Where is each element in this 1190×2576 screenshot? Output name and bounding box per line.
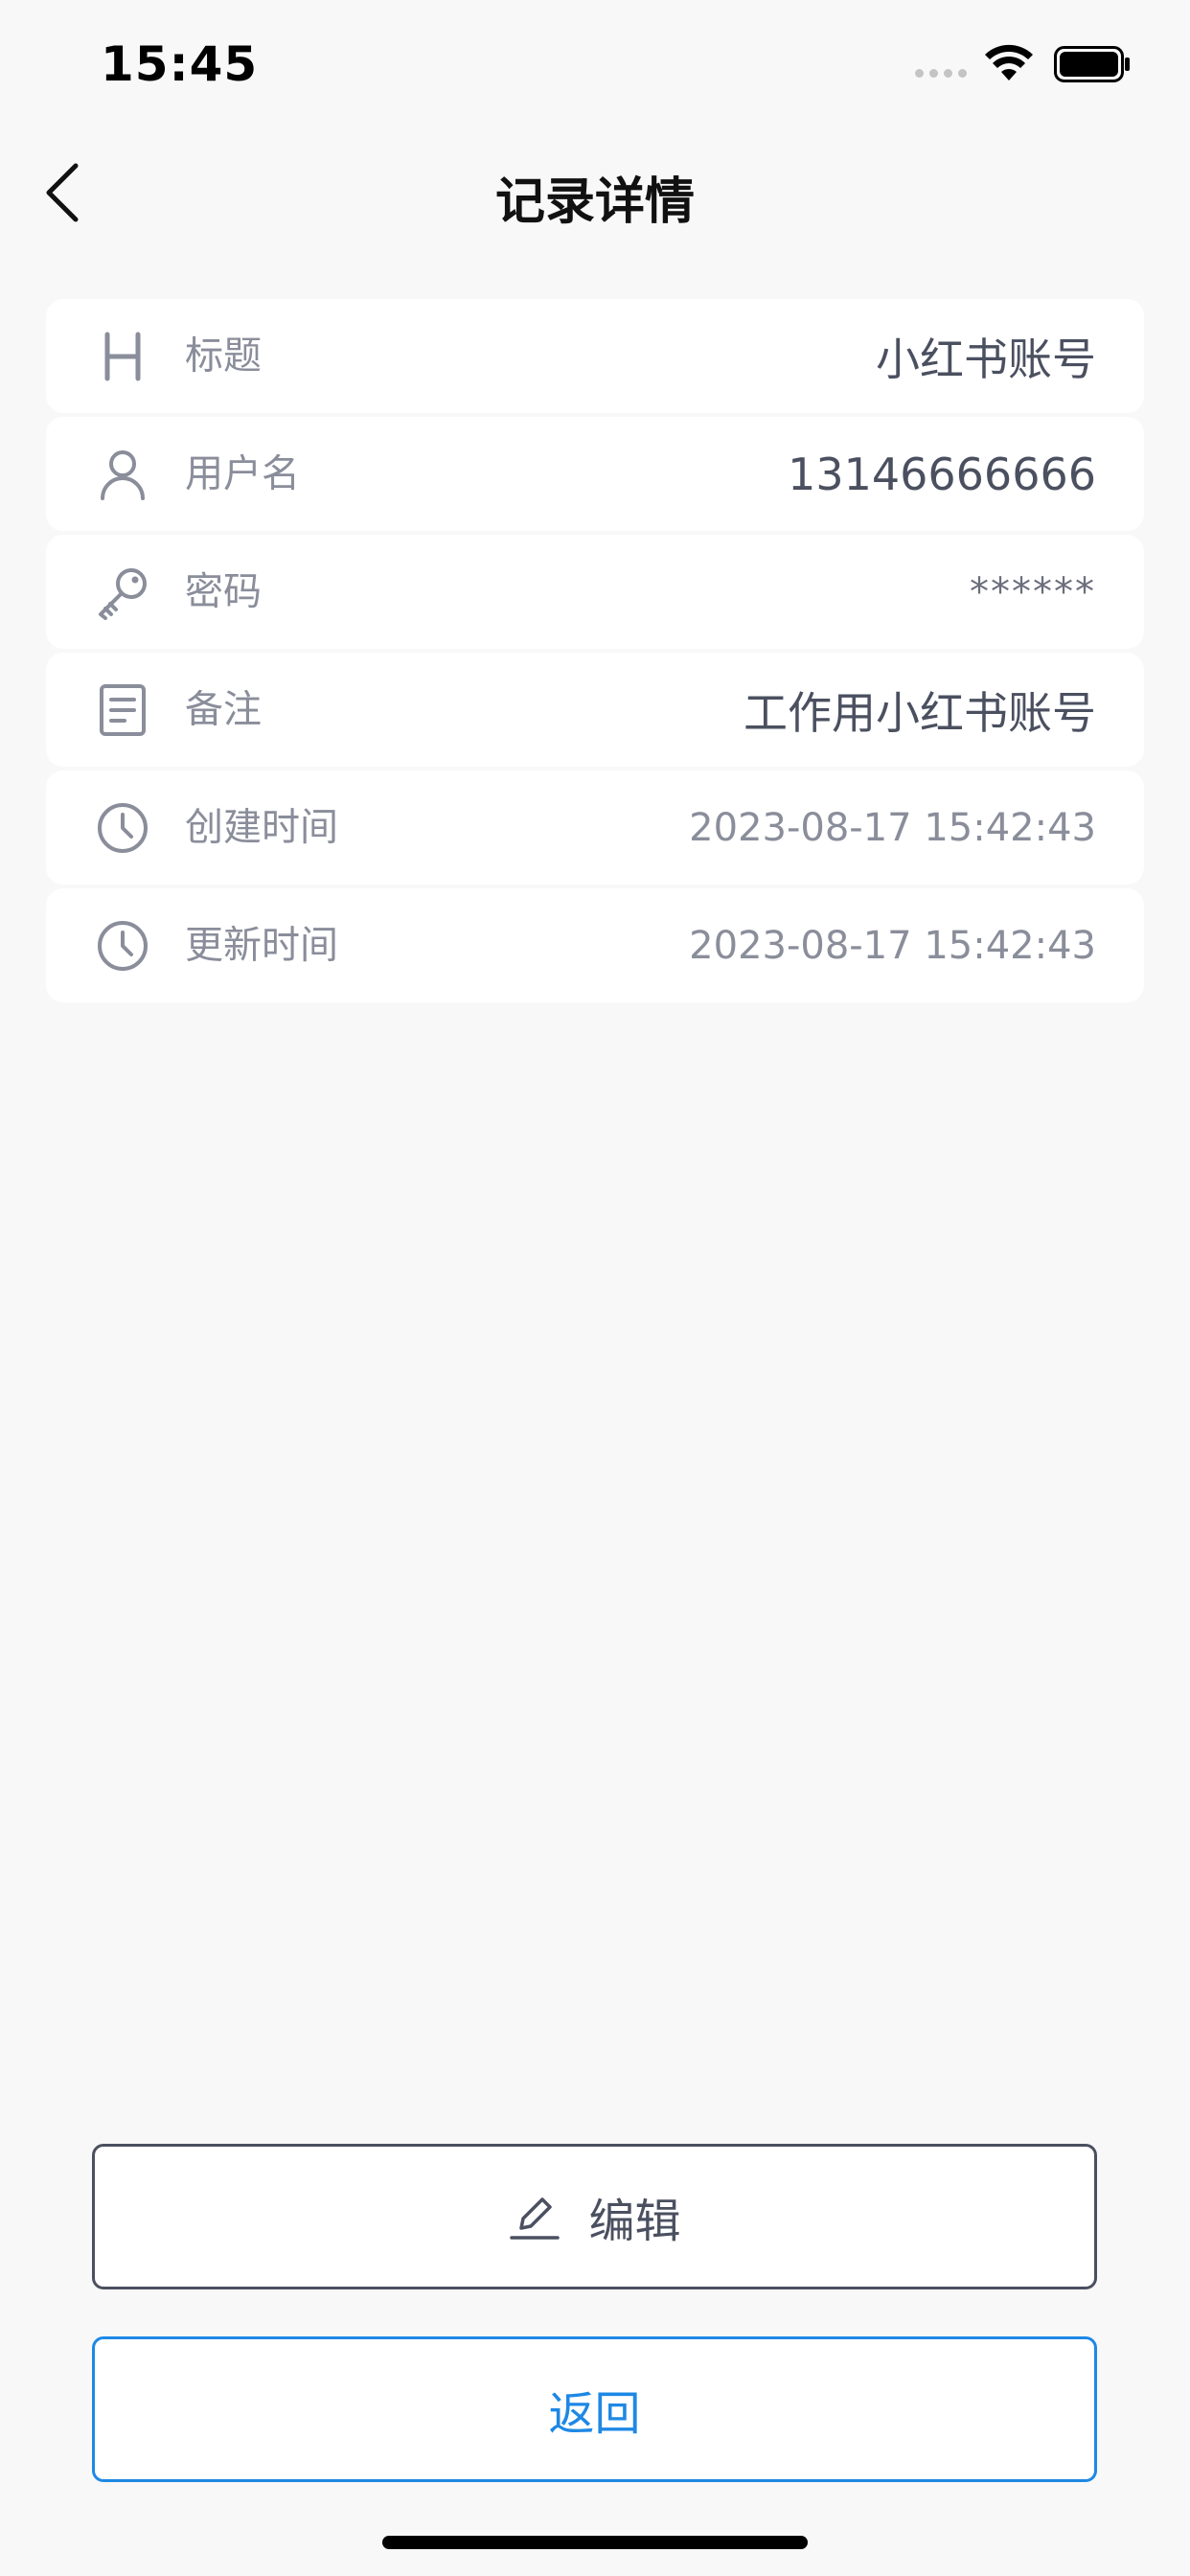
username-label: 用户名 xyxy=(185,450,300,495)
edit-button-label: 编辑 xyxy=(588,2195,681,2248)
wifi-icon xyxy=(985,44,1033,80)
detail-list: 标题 小红书账号 用户名 13146666666 密码 ****** 备注 工作… xyxy=(46,299,1144,1006)
nav-bar: 记录详情 xyxy=(0,134,1190,249)
created-time-label: 创建时间 xyxy=(185,804,338,849)
home-indicator[interactable] xyxy=(382,2536,808,2549)
return-button[interactable]: 返回 xyxy=(92,2336,1097,2482)
status-time: 15:45 xyxy=(101,36,259,92)
page-title: 记录详情 xyxy=(494,173,695,231)
detail-row-updated-time: 更新时间 2023-08-17 15:42:43 xyxy=(46,888,1144,1002)
created-time-value: 2023-08-17 15:42:43 xyxy=(689,805,1096,850)
password-label: 密码 xyxy=(185,568,262,613)
cellular-signal-icon xyxy=(915,69,967,78)
clock-icon xyxy=(94,917,151,975)
record-detail-screen: 15:45 记录详情 标题 小红书账号 用户名 13146666666 密码 *… xyxy=(0,0,1190,2576)
status-bar: 15:45 xyxy=(0,0,1190,134)
edit-button[interactable]: 编辑 xyxy=(92,2144,1097,2289)
detail-row-note: 备注 工作用小红书账号 xyxy=(46,653,1144,767)
password-value: ****** xyxy=(970,569,1096,614)
pencil-icon xyxy=(510,2197,561,2240)
title-label: 标题 xyxy=(185,333,262,378)
user-icon xyxy=(94,446,151,503)
username-value: 13146666666 xyxy=(788,448,1096,500)
title-value: 小红书账号 xyxy=(876,333,1096,385)
note-label: 备注 xyxy=(185,686,262,731)
document-icon xyxy=(94,681,151,739)
updated-time-value: 2023-08-17 15:42:43 xyxy=(689,923,1096,968)
heading-icon xyxy=(94,328,151,385)
note-value: 工作用小红书账号 xyxy=(744,686,1096,739)
return-button-label: 返回 xyxy=(548,2387,641,2441)
clock-icon xyxy=(94,799,151,857)
detail-row-title: 标题 小红书账号 xyxy=(46,299,1144,413)
updated-time-label: 更新时间 xyxy=(185,922,338,967)
detail-row-username: 用户名 13146666666 xyxy=(46,417,1144,531)
detail-row-created-time: 创建时间 2023-08-17 15:42:43 xyxy=(46,770,1144,885)
key-icon xyxy=(94,564,151,621)
battery-icon xyxy=(1054,46,1130,82)
detail-row-password: 密码 ****** xyxy=(46,535,1144,649)
